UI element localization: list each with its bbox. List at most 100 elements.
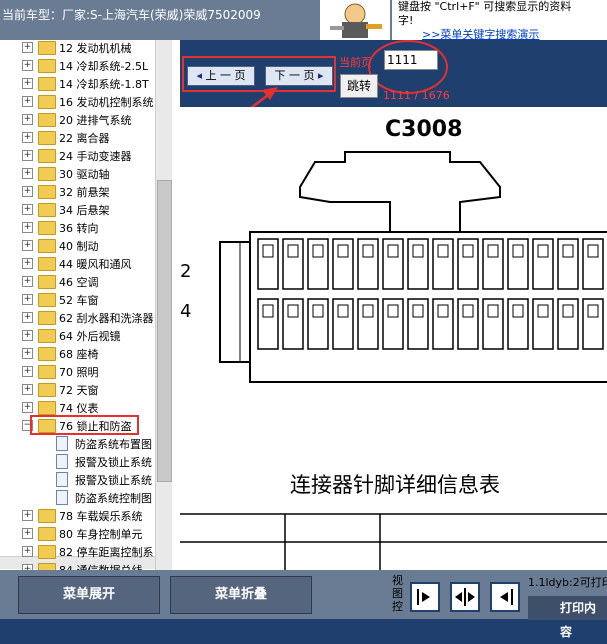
expand-icon[interactable]: +: [22, 348, 33, 359]
tree-folder-label: 64 外后视镜: [59, 330, 121, 343]
tree-folder-item[interactable]: +24 手动变速器: [0, 146, 160, 164]
expand-icon[interactable]: +: [22, 168, 33, 179]
tree-document-item[interactable]: 报警及锁止系统: [0, 452, 160, 470]
tree-folder-item[interactable]: +32 前悬架: [0, 182, 160, 200]
tree-folder-label: 68 座椅: [59, 348, 99, 361]
tree-document-item[interactable]: 防盗系统控制图: [0, 488, 160, 506]
tree-folder-label: 80 车身控制单元: [59, 528, 143, 541]
connector-pin-cavity: [457, 238, 479, 290]
connector-pin-cavity: [432, 298, 454, 350]
expand-icon[interactable]: +: [22, 510, 33, 521]
tree-folder-item[interactable]: +84 通信数据总线: [0, 560, 160, 570]
expand-icon[interactable]: +: [22, 258, 33, 269]
connector-pin-cavity: [407, 238, 429, 290]
tree-folder-item[interactable]: +62 刮水器和洗涤器: [0, 308, 160, 326]
panel-right-icon: [417, 589, 430, 605]
tree-document-item[interactable]: 防盗系统布置图: [0, 434, 160, 452]
connector-pin-terminal: [537, 244, 549, 258]
tree-folder-item[interactable]: +30 驱动轴: [0, 164, 160, 182]
view-right-button[interactable]: [410, 582, 440, 612]
view-left-button[interactable]: [490, 582, 520, 612]
jump-button[interactable]: 跳转: [340, 74, 378, 98]
expand-icon[interactable]: +: [22, 78, 33, 89]
tree-folder-item[interactable]: +82 停车距离控制系: [0, 542, 160, 560]
panel-left-icon: [500, 589, 513, 605]
tree-folder-label: 36 转向: [59, 222, 99, 235]
expand-icon[interactable]: +: [22, 222, 33, 233]
tree-folder-label: 74 仪表: [59, 402, 99, 415]
folder-icon: [38, 221, 56, 235]
connector-pin-terminal: [387, 244, 399, 258]
tree-document-item[interactable]: 报警及锁止系统: [0, 470, 160, 488]
tree-folder-item[interactable]: +80 车身控制单元: [0, 524, 160, 542]
connector-pin-cavity: [332, 298, 354, 350]
folder-icon: [38, 239, 56, 253]
connector-pin-cavity: [532, 238, 554, 290]
expand-icon[interactable]: +: [22, 528, 33, 539]
tree-folder-item[interactable]: −76 锁止和防盗: [0, 415, 160, 435]
menu-collapse-button[interactable]: 菜单折叠: [170, 576, 312, 614]
tree-folder-label: 14 冷却系统-1.8T: [59, 78, 149, 91]
view-split-button[interactable]: [450, 582, 480, 612]
connector-pin-terminal: [487, 244, 499, 258]
expand-icon[interactable]: +: [22, 312, 33, 323]
tree-folder-item[interactable]: +78 车载娱乐系统: [0, 506, 160, 524]
print-button[interactable]: 打印内容: [528, 596, 607, 639]
tree-folder-label: 20 进排气系统: [59, 114, 132, 127]
tree-folder-item[interactable]: +16 发动机控制系统: [0, 92, 160, 110]
connector-pin-terminal: [537, 304, 549, 318]
expand-icon[interactable]: +: [22, 204, 33, 215]
tree-folder-item[interactable]: +14 冷却系统-2.5L: [0, 56, 160, 74]
tree-folder-label: 16 发动机控制系统: [59, 96, 154, 109]
tip-line-1: 键盘按 "Ctrl+F" 可搜索显示的资料: [398, 0, 572, 13]
tree-folder-item[interactable]: +22 离合器: [0, 128, 160, 146]
connector-pin-terminal: [287, 244, 299, 258]
expand-icon[interactable]: +: [22, 402, 33, 413]
expand-icon[interactable]: +: [22, 330, 33, 341]
connector-pin-terminal: [337, 244, 349, 258]
tree-folder-item[interactable]: +12 发动机机械: [0, 40, 160, 56]
vehicle-label: 当前车型：厂家:S-上海汽车(荣威)荣威7502009: [2, 8, 261, 22]
tree-folder-label: 52 车窗: [59, 294, 99, 307]
tree-folder-label: 82 停车距离控制系: [59, 546, 154, 559]
tree-folder-item[interactable]: +36 转向: [0, 218, 160, 236]
tree-folder-item[interactable]: +64 外后视镜: [0, 326, 160, 344]
folder-icon: [38, 527, 56, 541]
tree-folder-item[interactable]: +68 座椅: [0, 344, 160, 362]
expand-icon[interactable]: +: [22, 42, 33, 53]
folder-icon: [38, 167, 56, 181]
tree-folder-item[interactable]: +70 照明: [0, 362, 160, 380]
expand-icon[interactable]: +: [22, 132, 33, 143]
expand-icon[interactable]: +: [22, 150, 33, 161]
expand-icon[interactable]: +: [22, 384, 33, 395]
tree-folder-item[interactable]: +34 后悬架: [0, 200, 160, 218]
document-icon: [56, 454, 68, 469]
expand-icon[interactable]: +: [22, 186, 33, 197]
expand-icon[interactable]: +: [22, 276, 33, 287]
tree-folder-item[interactable]: +14 冷却系统-1.8T: [0, 74, 160, 92]
expand-icon[interactable]: +: [22, 366, 33, 377]
title-bar: 当前车型：厂家:S-上海汽车(荣威)荣威7502009 键盘按 "Ctrl+F"…: [0, 0, 607, 41]
expand-icon[interactable]: +: [22, 60, 33, 71]
tree-folder-item[interactable]: +52 车窗: [0, 290, 160, 308]
expand-icon[interactable]: +: [22, 546, 33, 557]
expand-icon[interactable]: +: [22, 240, 33, 251]
expand-icon[interactable]: +: [22, 114, 33, 125]
connector-pin-cavity: [482, 298, 504, 350]
connector-pin-cavity: [332, 238, 354, 290]
tree-folder-item[interactable]: +40 制动: [0, 236, 160, 254]
connector-pin-terminal: [287, 304, 299, 318]
tree-folder-item[interactable]: +44 暖风和通风: [0, 254, 160, 272]
prev-page-label: 上 一 页: [205, 69, 246, 82]
tree-folder-item[interactable]: +74 仪表: [0, 398, 160, 416]
menu-expand-button[interactable]: 菜单展开: [18, 576, 160, 614]
tree-folder-item[interactable]: +20 进排气系统: [0, 110, 160, 128]
expand-icon[interactable]: +: [22, 294, 33, 305]
tree-folder-item[interactable]: +46 空调: [0, 272, 160, 290]
tree-folder-item[interactable]: +72 天窗: [0, 380, 160, 398]
connector-pin-cavity: [257, 238, 279, 290]
tree-document-label: 报警及锁止系统: [75, 474, 152, 487]
connector-pin-cavity: [532, 298, 554, 350]
expand-icon[interactable]: +: [22, 96, 33, 107]
folder-icon: [38, 59, 56, 73]
